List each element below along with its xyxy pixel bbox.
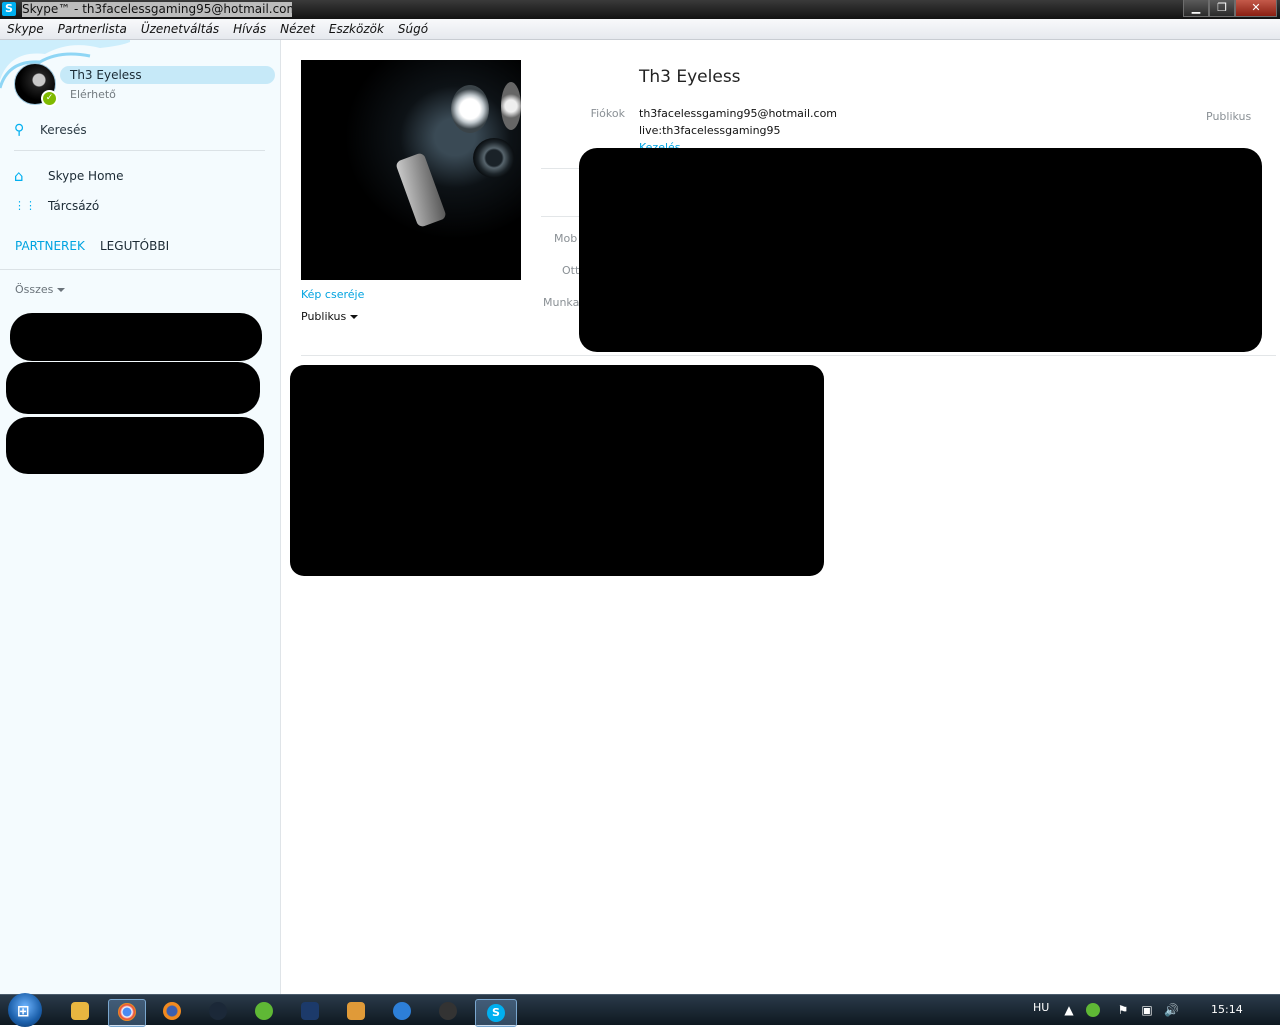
menu-help[interactable]: Súgó [391,19,435,39]
home-icon: ⌂ [14,167,24,185]
nav-label: Skype Home [48,169,124,183]
divider [0,269,280,270]
clock[interactable]: 15:14 [1211,1003,1243,1017]
nav-label: Tárcsázó [48,199,100,213]
menu-skype[interactable]: Skype [0,19,51,39]
accounts-label: Fiókok [590,107,625,120]
search-label[interactable]: Keresés [40,120,87,140]
menu-bar: Skype Partnerlista Üzenetváltás Hívás Né… [0,19,1280,40]
tab-recent[interactable]: LEGUTÓBBI [100,236,169,256]
menu-tools[interactable]: Eszközök [322,19,391,39]
chevron-down-icon [350,315,359,319]
maximize-button[interactable]: ❐ [1209,0,1235,17]
picture-visibility-label: Publikus [301,310,347,323]
window-title: Skype™ - th3facelessgaming95@hotmail.com [22,2,292,17]
menu-conversations[interactable]: Üzenetváltás [134,19,226,39]
app-icon[interactable] [430,999,466,1025]
user-name[interactable]: Th3 Eyeless [70,66,142,84]
dialpad-icon: ⋮⋮ [14,199,36,212]
redacted-contact [6,362,260,414]
window-titlebar: S Skype™ - th3facelessgaming95@hotmail.c… [0,0,1280,19]
close-button[interactable]: ✕ [1235,0,1277,17]
firefox-icon[interactable] [154,999,190,1025]
minimize-button[interactable]: ▁ [1183,0,1209,17]
gasmask-filter-icon [473,138,515,178]
filter-label: Összes [15,283,54,296]
mobile-phone-label: Mob [554,232,578,245]
nav-skype-home[interactable]: ⌂ Skype Home [14,165,264,187]
account-live-id: live:th3facelessgaming95 [639,124,781,137]
explorer-icon[interactable] [62,999,98,1025]
volume-icon[interactable]: 🔊 [1164,1003,1179,1017]
divider [14,150,265,151]
utorrent-icon[interactable] [246,999,282,1025]
menu-call[interactable]: Hívás [226,19,273,39]
sidebar: ✓ Th3 Eyeless Elérhető ⚲ Keresés ⌂ Skype… [0,40,281,994]
menu-view[interactable]: Nézet [273,19,322,39]
presence-online-icon[interactable]: ✓ [41,90,58,107]
home-phone-label: Ott [562,264,580,277]
work-phone-label: Munka [543,296,579,309]
divider [541,168,581,169]
gasmask-lens-icon [451,85,489,133]
divider [301,355,1276,356]
action-center-icon[interactable]: ⚑ [1116,1003,1130,1017]
search-icon: ⚲ [14,122,25,138]
redacted-contact [6,417,264,474]
search-field[interactable]: ⚲ Keresés [14,120,264,140]
tab-contacts[interactable]: PARTNEREK [15,236,85,256]
chrome-icon[interactable] [108,999,146,1027]
nav-dialpad[interactable]: ⋮⋮ Tárcsázó [14,195,264,217]
chevron-down-icon [57,288,66,292]
app-icon[interactable] [338,999,374,1025]
change-picture-link[interactable]: Kép cseréje [301,288,364,302]
tray-app-icon[interactable] [1086,1003,1100,1017]
language-indicator[interactable]: HU [1033,1001,1049,1015]
app-icon[interactable] [384,999,420,1025]
user-status[interactable]: Elérhető [70,88,116,102]
skype-icon[interactable]: S [475,999,517,1027]
window-controls: ▁ ❐ ✕ [1183,0,1277,17]
photoshop-icon[interactable] [292,999,328,1025]
steam-icon[interactable] [200,999,236,1025]
profile-name: Th3 Eyeless [639,67,741,87]
skype-logo-icon: S [2,2,16,16]
picture-visibility-dropdown[interactable]: Publikus [301,310,359,324]
redacted-profile-details [579,148,1262,352]
profile-panel: Kép cseréje Publikus Th3 Eyeless Fiókok … [281,40,1280,994]
divider [541,216,581,217]
redacted-profile-section [290,365,824,576]
account-email: th3facelessgaming95@hotmail.com [639,107,838,120]
taskbar: ⊞ S HU ▲ ⚑ ▣ 🔊 15:14 [0,993,1280,1027]
profile-picture[interactable] [301,60,521,280]
tray-expand-icon[interactable]: ▲ [1062,1003,1076,1017]
gasmask-lens-icon [501,82,521,130]
accounts-visibility[interactable]: Publikus [1206,110,1251,124]
menu-contacts[interactable]: Partnerlista [51,19,134,39]
network-icon[interactable]: ▣ [1140,1003,1154,1017]
windows-logo-icon: ⊞ [17,1002,30,1020]
gasmask-strap-icon [394,151,448,229]
redacted-contact [10,313,262,361]
contacts-filter-dropdown[interactable]: Összes [15,282,66,298]
